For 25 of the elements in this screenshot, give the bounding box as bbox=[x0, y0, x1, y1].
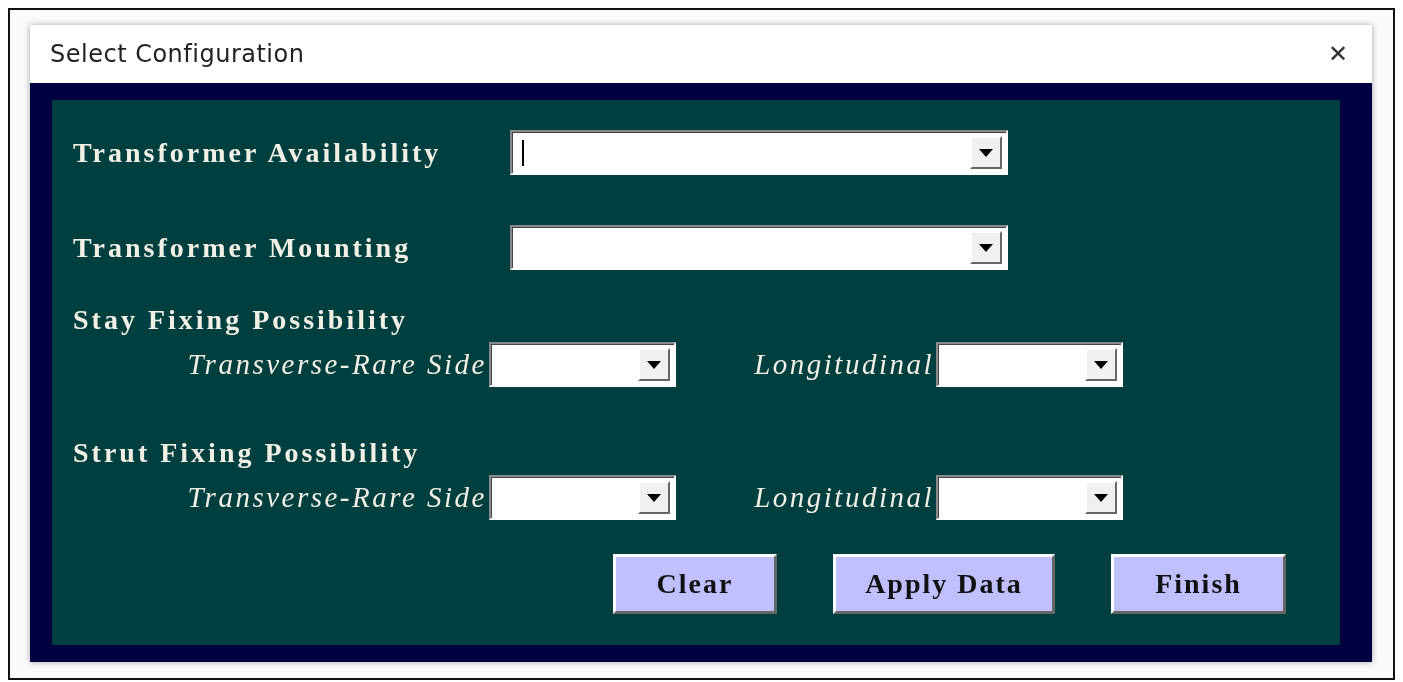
dropdown-arrow-icon bbox=[979, 148, 993, 157]
window-title: Select Configuration bbox=[50, 40, 305, 68]
field-label: Transverse-Rare Side bbox=[186, 348, 488, 381]
dropdown-arrow-icon bbox=[647, 360, 661, 369]
section-heading: Strut Fixing Possibility bbox=[73, 437, 421, 469]
action-button[interactable]: Apply Data bbox=[833, 554, 1055, 614]
dropdown-field[interactable] bbox=[936, 475, 1123, 520]
dropdown-arrow-icon bbox=[979, 243, 993, 252]
section-heading: Stay Fixing Possibility bbox=[73, 304, 409, 336]
dropdown-arrow-icon bbox=[1094, 493, 1108, 502]
dropdown-arrow-icon bbox=[647, 493, 661, 502]
dropdown-field[interactable] bbox=[489, 475, 676, 520]
field-label: Transformer Mounting bbox=[73, 231, 413, 264]
dropdown-arrow-icon bbox=[1094, 360, 1108, 369]
dropdown-field[interactable] bbox=[489, 342, 676, 387]
field-label: Transformer Availability bbox=[73, 136, 443, 169]
action-button[interactable]: Clear bbox=[613, 554, 777, 614]
dropdown-field[interactable] bbox=[510, 225, 1008, 270]
field-label: Transverse-Rare Side bbox=[186, 481, 488, 514]
field-label: Longitudinal bbox=[753, 481, 935, 514]
action-button[interactable]: Finish bbox=[1111, 554, 1286, 614]
dropdown-field[interactable] bbox=[510, 130, 1008, 175]
field-label: Longitudinal bbox=[753, 348, 935, 381]
dropdown-field[interactable] bbox=[936, 342, 1123, 387]
close-button[interactable]: ✕ bbox=[1321, 40, 1354, 68]
